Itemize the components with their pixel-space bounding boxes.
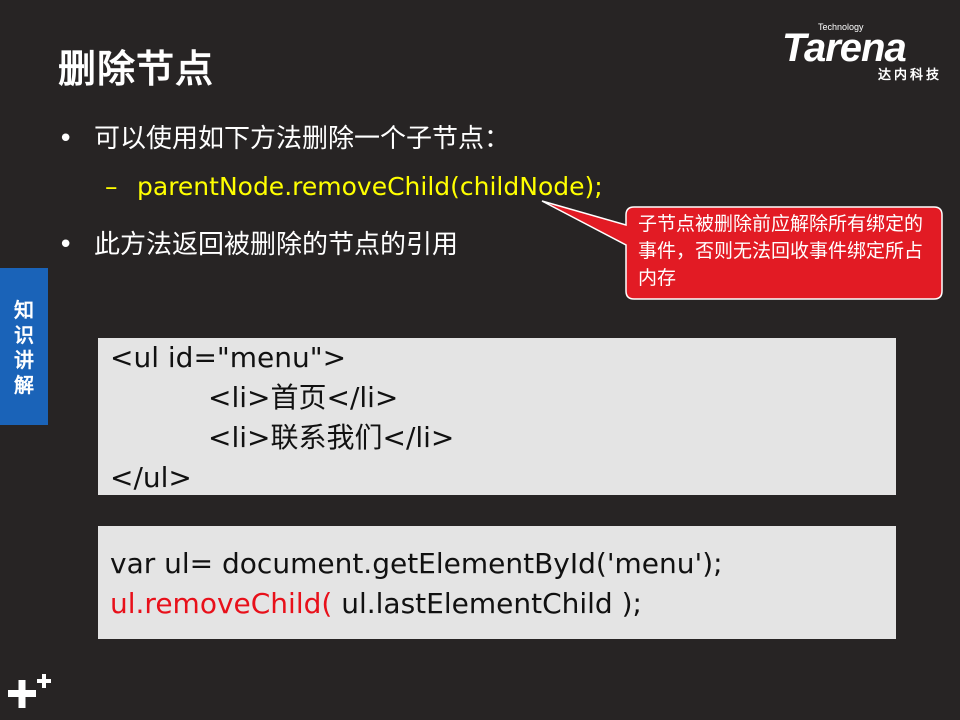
code-rest: ul.lastElementChild ); xyxy=(332,587,642,620)
bullet-item: • 可以使用如下方法删除一个子节点： xyxy=(58,118,510,155)
sub-bullet-text: parentNode.removeChild(childNode); xyxy=(137,172,603,201)
code-line: <li>首页</li> xyxy=(208,381,399,414)
bullet-item: • 此方法返回被删除的节点的引用 xyxy=(58,224,458,261)
side-tab-label: 知识讲解 xyxy=(14,298,34,397)
logo-chinese: 达内科技 xyxy=(877,68,942,83)
slide-title: 删除节点 xyxy=(58,47,215,91)
tarena-logo: Technology Tarena 达内科技 xyxy=(782,22,948,84)
code-line: var ul= document.getElementById('menu'); xyxy=(110,547,723,580)
side-tab: 知识讲解 xyxy=(0,268,48,425)
code-line: ul.removeChild( ul.lastElementChild ); xyxy=(98,584,896,624)
sub-bullet: – parentNode.removeChild(childNode); xyxy=(105,172,603,201)
bullet-dot: • xyxy=(58,124,74,154)
bullet-text: 此方法返回被删除的节点的引用 xyxy=(94,230,459,260)
code-line: </ul> xyxy=(110,461,192,494)
bullet-text: 可以使用如下方法删除一个子节点： xyxy=(94,124,511,154)
callout-bubble: 子节点被删除前应解除所有绑定的事件，否则无法回收事件绑定所占内存 xyxy=(541,200,943,300)
code-block-html: <ul id="menu"> <li>首页</li> <li>联系我们</li>… xyxy=(98,338,896,495)
callout-text: 子节点被删除前应解除所有绑定的事件，否则无法回收事件绑定所占内存 xyxy=(638,213,924,289)
code-highlight: ul.removeChild( xyxy=(110,587,333,620)
sub-bullet-dash: – xyxy=(105,172,118,201)
bullet-dot: • xyxy=(58,230,74,260)
code-block-js: var ul= document.getElementById('menu');… xyxy=(98,526,896,639)
code-line: <ul id="menu"> xyxy=(110,341,347,374)
code-line: <li>联系我们</li> xyxy=(208,421,455,454)
plus-icon xyxy=(8,674,51,708)
